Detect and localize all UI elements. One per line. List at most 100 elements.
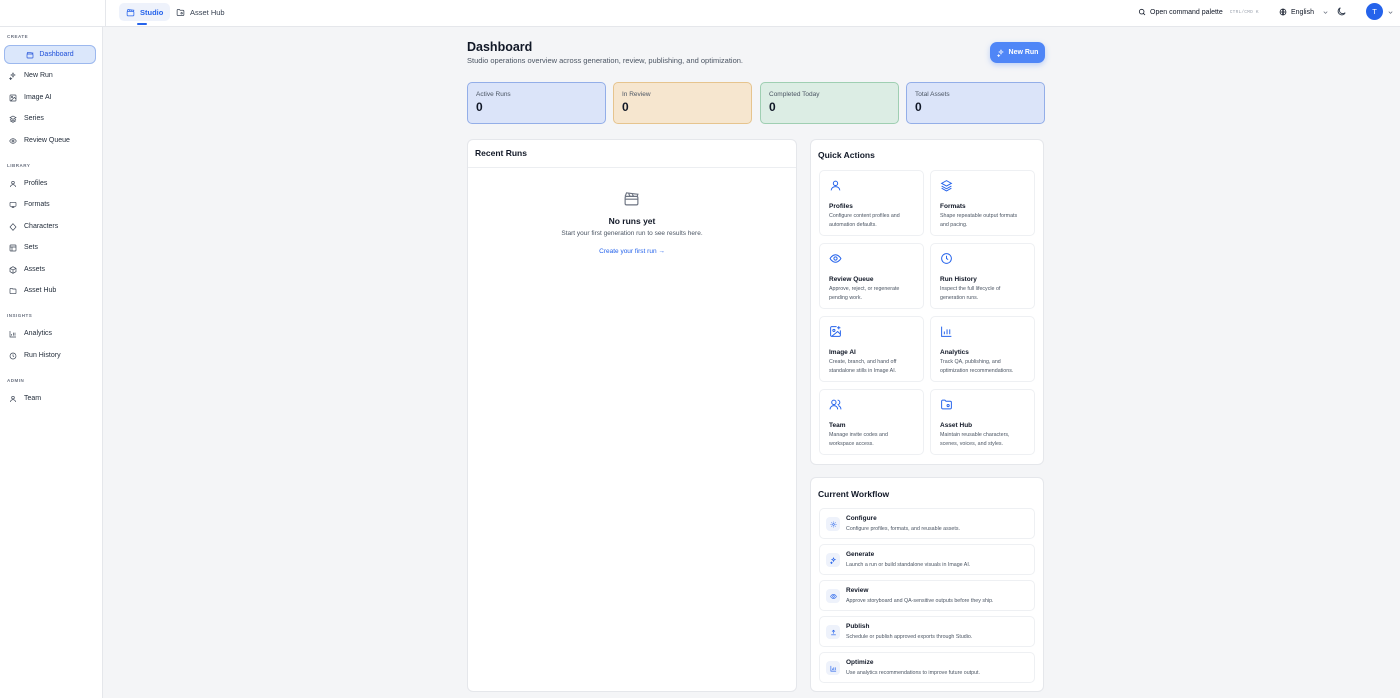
tab-studio-label: Studio bbox=[140, 7, 164, 17]
stat-card-active-runs: Active Runs 0 bbox=[467, 82, 606, 124]
quick-action-image-ai[interactable]: Image AI Create, branch, and hand off st… bbox=[819, 316, 924, 382]
upload-icon bbox=[826, 625, 840, 639]
sidebar-item-assets[interactable]: Assets bbox=[4, 260, 96, 279]
workflow-step-optimize[interactable]: Optimize Use analytics recommendations t… bbox=[819, 652, 1035, 683]
quick-action-desc: Inspect the full lifecycle of generation… bbox=[940, 286, 1001, 301]
tab-studio[interactable]: Studio bbox=[119, 3, 171, 25]
quick-action-analytics[interactable]: Analytics Track QA, publishing, and opti… bbox=[930, 316, 1035, 382]
sidebar-item-label: Review Queue bbox=[24, 137, 70, 144]
sidebar-item-label: Team bbox=[24, 395, 42, 402]
sidebar-item-label: Analytics bbox=[24, 330, 53, 337]
quick-action-title: Asset Hub bbox=[940, 422, 973, 429]
workflow-step-publish[interactable]: Publish Schedule or publish approved exp… bbox=[819, 616, 1035, 647]
language-label: English bbox=[1291, 8, 1314, 16]
sidebar-item-profiles[interactable]: Profiles bbox=[4, 174, 96, 193]
sidebar-item-label: Characters bbox=[24, 223, 59, 230]
sidebar-item-sets[interactable]: Sets bbox=[4, 238, 96, 257]
package-icon bbox=[9, 265, 17, 274]
quick-action-team[interactable]: Team Manage invite codes and workspace a… bbox=[819, 389, 924, 455]
workflow-step-title: Review bbox=[846, 587, 869, 594]
sidebar-item-label: New Run bbox=[24, 72, 53, 79]
stat-card-in-review: In Review 0 bbox=[613, 82, 752, 124]
sidebar-item-label: Formats bbox=[24, 201, 50, 208]
workflow-step-configure[interactable]: Configure Configure profiles, formats, a… bbox=[819, 508, 1035, 539]
monitor-icon bbox=[9, 201, 17, 209]
divider bbox=[468, 167, 796, 168]
sidebar-item-image-ai[interactable]: Image AI bbox=[4, 88, 96, 107]
sidebar-section-create: CREATE bbox=[7, 34, 29, 39]
eye-icon bbox=[829, 252, 914, 268]
sidebar-item-series[interactable]: Series bbox=[4, 109, 96, 128]
sidebar-item-analytics[interactable]: Analytics bbox=[4, 324, 96, 343]
page-title: Dashboard bbox=[467, 40, 533, 54]
avatar[interactable]: T bbox=[1366, 3, 1383, 20]
bar-chart-icon bbox=[940, 325, 1025, 341]
sparkles-icon bbox=[996, 48, 1005, 57]
theme-toggle-moon-icon[interactable] bbox=[1336, 6, 1347, 17]
stat-label: In Review bbox=[622, 91, 651, 98]
stat-card-total-assets: Total Assets 0 bbox=[906, 82, 1045, 124]
quick-action-title: Formats bbox=[940, 203, 966, 210]
sidebar-item-label: Assets bbox=[24, 266, 46, 273]
quick-action-run-history[interactable]: Run History Inspect the full lifecycle o… bbox=[930, 243, 1035, 309]
sidebar-item-run-history[interactable]: Run History bbox=[4, 346, 96, 365]
sidebar-item-new-run[interactable]: New Run bbox=[4, 66, 96, 85]
command-palette-button[interactable]: Open command palette CTRL/CMD K bbox=[1138, 5, 1259, 19]
clapperboard-icon bbox=[126, 8, 135, 17]
workflow-step-desc: Launch a run or build standalone visuals… bbox=[846, 562, 971, 568]
sidebar-item-team[interactable]: Team bbox=[4, 389, 96, 408]
quick-action-asset-hub[interactable]: Asset Hub Maintain reusable characters, … bbox=[930, 389, 1035, 455]
shortcut-hint: CTRL/CMD K bbox=[1229, 9, 1259, 15]
top-bar: Studio Asset Hub Open command palette CT… bbox=[0, 0, 1400, 27]
sidebar-item-review-queue[interactable]: Review Queue bbox=[4, 131, 96, 150]
language-select[interactable]: English bbox=[1279, 5, 1329, 19]
clapperboard-icon bbox=[26, 51, 34, 59]
folder-icon bbox=[940, 398, 1025, 414]
stat-value: 0 bbox=[769, 100, 776, 114]
quick-action-title: Team bbox=[829, 422, 846, 429]
eye-icon bbox=[826, 589, 840, 603]
workflow-step-generate[interactable]: Generate Launch a run or build standalon… bbox=[819, 544, 1035, 575]
empty-state-description: Start your first generation run to see r… bbox=[561, 230, 703, 237]
new-run-button[interactable]: New Run bbox=[990, 42, 1045, 63]
sidebar-item-dashboard[interactable]: Dashboard bbox=[4, 45, 96, 64]
user-icon bbox=[9, 395, 17, 403]
sidebar-item-asset-hub[interactable]: Asset Hub bbox=[4, 281, 96, 300]
quick-action-desc: Track QA, publishing, and optimization r… bbox=[940, 359, 1014, 374]
quick-action-formats[interactable]: Formats Shape repeatable output formats … bbox=[930, 170, 1035, 236]
stat-value: 0 bbox=[476, 100, 483, 114]
workflow-step-title: Configure bbox=[846, 515, 877, 522]
sparkles-icon bbox=[9, 71, 17, 80]
workflow-step-review[interactable]: Review Approve storyboard and QA-sensiti… bbox=[819, 580, 1035, 611]
sidebar-item-label: Run History bbox=[24, 352, 61, 359]
create-first-run-link[interactable]: Create your first run → bbox=[467, 248, 797, 255]
clock-icon bbox=[9, 352, 17, 360]
stat-label: Completed Today bbox=[769, 91, 820, 98]
chevron-down-icon[interactable] bbox=[1387, 9, 1394, 16]
gear-icon bbox=[826, 517, 840, 531]
image-plus-icon bbox=[829, 325, 914, 341]
quick-action-title: Review Queue bbox=[829, 276, 874, 283]
brand-area bbox=[0, 0, 106, 27]
workflow-step-desc: Approve storyboard and QA-sensitive outp… bbox=[846, 598, 994, 604]
sidebar-item-label: Asset Hub bbox=[24, 287, 57, 294]
users-icon bbox=[829, 398, 914, 414]
sidebar: CREATE Dashboard New Run Image AI Series… bbox=[0, 27, 103, 698]
sidebar-item-characters[interactable]: Characters bbox=[4, 217, 96, 236]
diamond-icon bbox=[9, 222, 17, 231]
layers-icon bbox=[9, 115, 17, 123]
quick-action-review-queue[interactable]: Review Queue Approve, reject, or regener… bbox=[819, 243, 924, 309]
quick-action-desc: Approve, reject, or regenerate pending w… bbox=[829, 286, 900, 301]
folder-icon bbox=[9, 287, 17, 295]
bar-chart-icon bbox=[9, 330, 17, 338]
quick-action-title: Run History bbox=[940, 276, 977, 283]
sidebar-item-formats[interactable]: Formats bbox=[4, 195, 96, 214]
tab-asset-hub[interactable]: Asset Hub bbox=[169, 3, 232, 21]
quick-action-profiles[interactable]: Profiles Configure content profiles and … bbox=[819, 170, 924, 236]
current-workflow-title: Current Workflow bbox=[818, 489, 890, 499]
stat-value: 0 bbox=[622, 100, 629, 114]
sidebar-section-library: LIBRARY bbox=[7, 163, 31, 168]
layers-icon bbox=[940, 179, 1025, 195]
globe-icon bbox=[1279, 8, 1287, 16]
quick-action-desc: Manage invite codes and workspace access… bbox=[829, 432, 888, 447]
